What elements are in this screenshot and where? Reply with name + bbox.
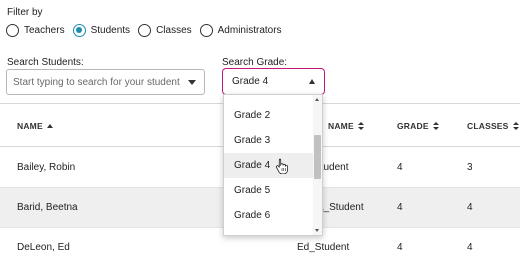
column-header-label: GRADE [397, 121, 429, 131]
grade-dropdown-list[interactable]: Grade 2 Grade 3 Grade 4 Grade 5 Grade 6 [223, 94, 323, 236]
grade-option-label: Grade 5 [234, 185, 271, 196]
column-header-label: NAME [328, 121, 354, 131]
sort-ascending-icon [46, 124, 53, 128]
grade-select[interactable]: Grade 4 [222, 68, 325, 95]
column-header-label: NAME [17, 121, 43, 131]
grade-option[interactable]: Grade 3 [224, 128, 314, 153]
radio-button-icon[interactable] [138, 24, 152, 37]
search-grade-label: Search Grade: [222, 57, 288, 68]
radio-button-icon[interactable] [6, 24, 19, 37]
sort-icon [357, 122, 364, 130]
dropdown-scrollbar[interactable] [313, 95, 322, 235]
sort-icon [512, 122, 519, 130]
chevron-down-icon[interactable] [188, 80, 196, 85]
scroll-up-arrow-icon[interactable] [315, 98, 319, 101]
grade-option[interactable]: Grade 6 [224, 203, 314, 228]
filter-by-label: Filter by [7, 7, 43, 18]
column-header-classes[interactable]: CLASSES [467, 121, 519, 131]
grade-option[interactable]: Grade 5 [224, 178, 314, 203]
scrollbar-thumb[interactable] [314, 135, 321, 179]
radio-button-icon[interactable] [199, 24, 213, 37]
hand-pointer-icon [275, 158, 288, 174]
grade-option-hovered[interactable]: Grade 4 [224, 153, 314, 178]
cell-grade: 4 [397, 202, 403, 213]
cell-username: Ed_Student [297, 242, 350, 253]
student-search-combobox[interactable] [6, 69, 205, 95]
student-search-input[interactable] [13, 70, 183, 94]
radio-label: Teachers [24, 25, 65, 36]
sort-icon [432, 122, 439, 130]
cell-grade: 4 [397, 242, 403, 253]
grade-option-label: Grade 4 [234, 160, 271, 171]
filter-radio-group: Teachers Students Classes Administrators [6, 24, 290, 37]
radio-students[interactable]: Students [72, 24, 131, 37]
cell-name: DeLeon, Ed [17, 242, 70, 253]
cell-classes: 4 [467, 202, 473, 213]
column-header-label: CLASSES [467, 121, 509, 131]
chevron-up-icon[interactable] [309, 79, 315, 84]
radio-label: Students [90, 25, 131, 36]
radio-classes[interactable]: Classes [138, 24, 192, 37]
column-header-grade[interactable]: GRADE [397, 121, 439, 131]
grade-option-label: Grade 6 [234, 210, 271, 221]
cell-classes: 4 [467, 242, 473, 253]
grade-option[interactable]: Grade 2 [224, 103, 314, 128]
grade-option-label: Grade 2 [234, 110, 271, 121]
radio-label: Administrators [217, 25, 282, 36]
grade-select-value: Grade 4 [232, 76, 269, 87]
grade-option-label: Grade 3 [234, 135, 271, 146]
cell-name: Bailey, Robin [17, 162, 76, 173]
column-header-username[interactable]: NAME [328, 121, 364, 131]
radio-label: Classes [156, 25, 192, 36]
radio-button-selected-icon[interactable] [72, 24, 86, 37]
scroll-down-arrow-icon[interactable] [315, 229, 319, 232]
cell-name: Barid, Beetna [17, 202, 78, 213]
column-header-name[interactable]: NAME [17, 121, 53, 131]
cell-grade: 4 [397, 162, 403, 173]
radio-teachers[interactable]: Teachers [6, 24, 65, 37]
cell-classes: 3 [467, 162, 473, 173]
cell-username: a_Student [318, 202, 364, 213]
radio-administrators[interactable]: Administrators [199, 24, 282, 37]
search-students-label: Search Students: [7, 57, 84, 68]
